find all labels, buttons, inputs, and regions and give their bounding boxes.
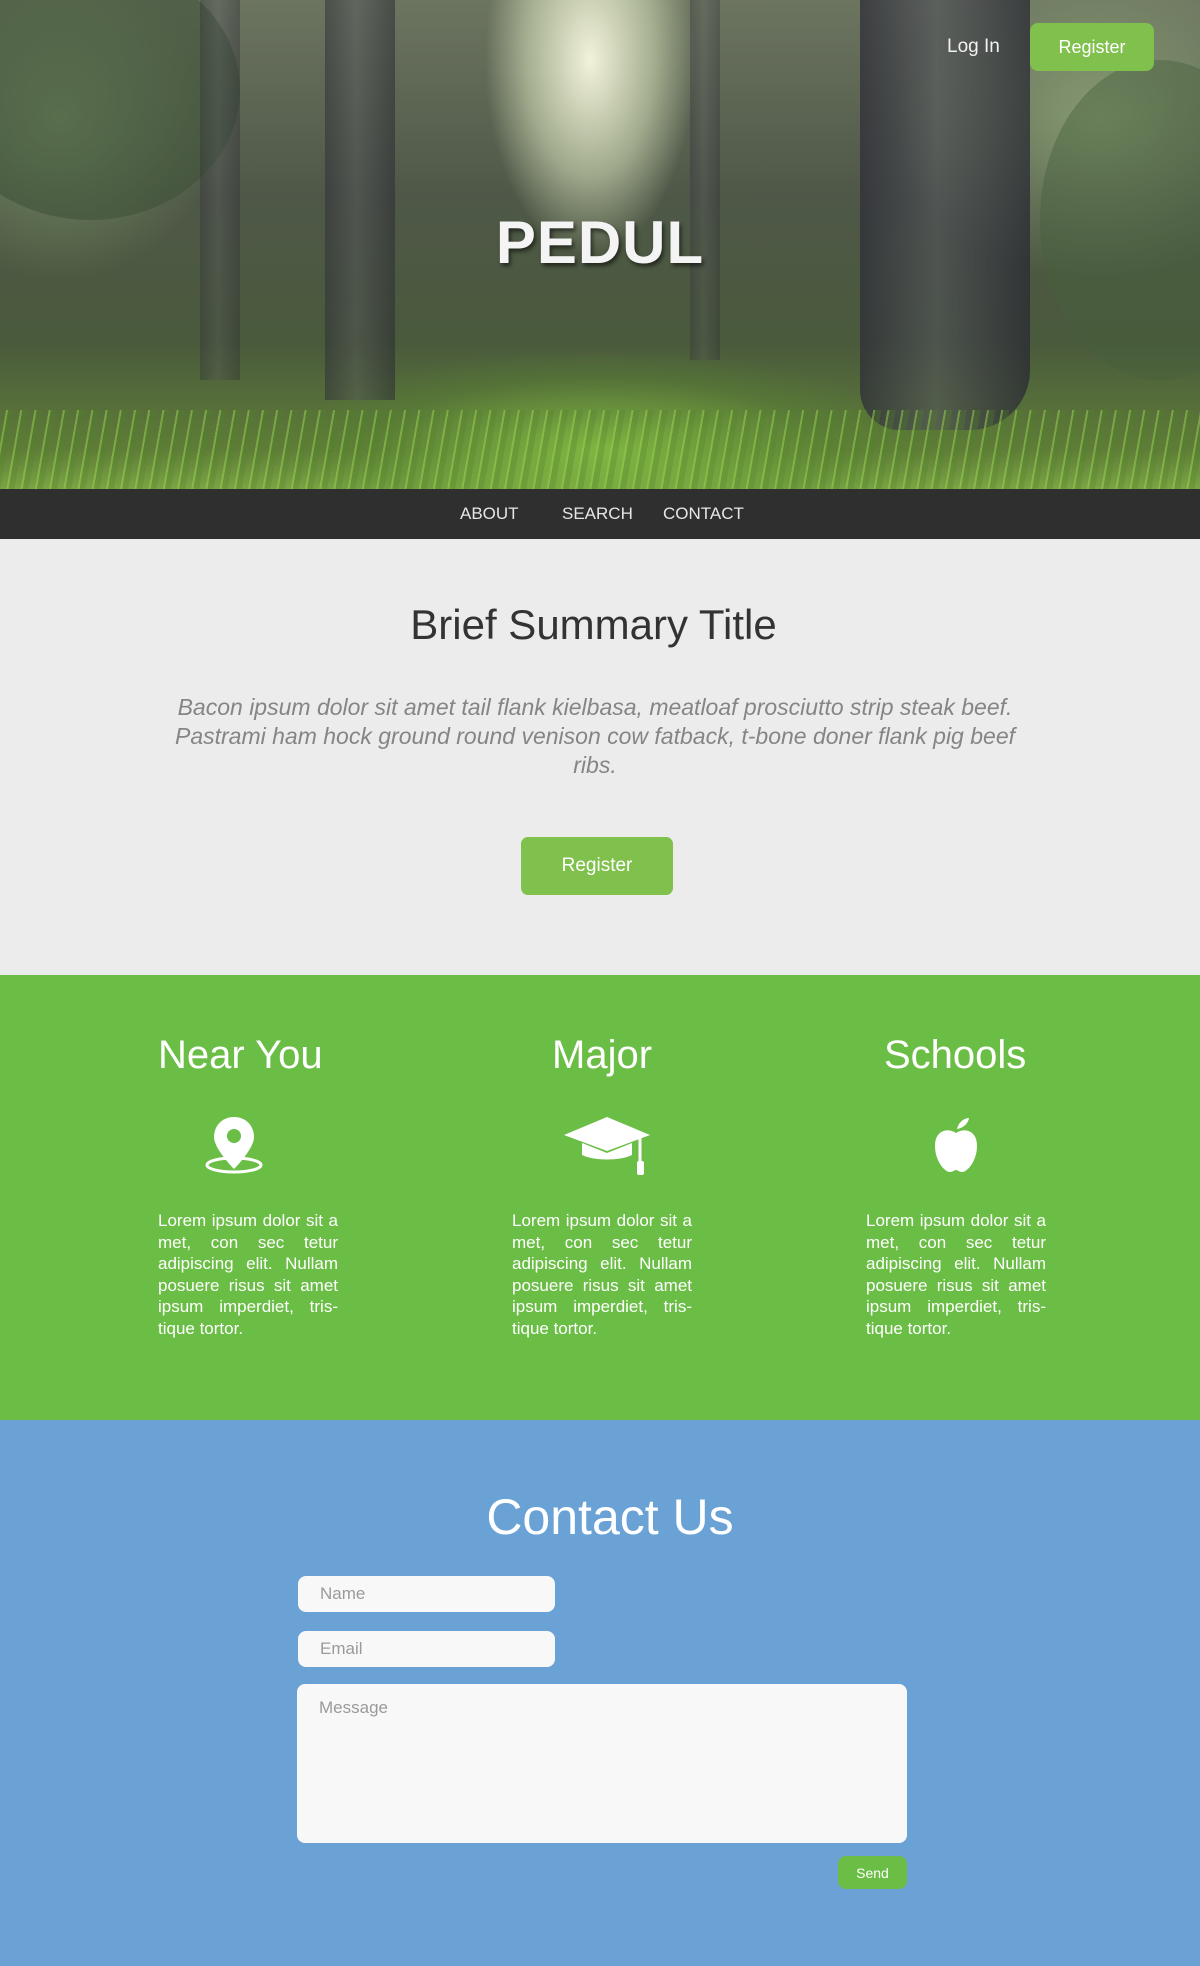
summary-register-button[interactable]: Register bbox=[521, 837, 673, 895]
feature-title: Major bbox=[552, 1033, 653, 1077]
feature-text: Lorem ipsum dolor sit a met, con sec tet… bbox=[158, 1211, 338, 1338]
hero-grass bbox=[0, 410, 1200, 489]
nav-item-contact[interactable]: CONTACT bbox=[663, 504, 744, 524]
apple-icon bbox=[931, 1115, 981, 1180]
login-link[interactable]: Log In bbox=[947, 36, 1000, 58]
hero-tree-trunk bbox=[325, 0, 395, 400]
site-title: PEDUL bbox=[495, 209, 705, 276]
hero-banner: PEDUL Log In Register bbox=[0, 0, 1200, 489]
nav-item-search[interactable]: SEARCH bbox=[562, 504, 633, 524]
summary-body: Bacon ipsum dolor sit amet tail flank ki… bbox=[175, 694, 1015, 778]
email-field[interactable] bbox=[298, 1631, 555, 1667]
summary-title: Brief Summary Title bbox=[410, 601, 777, 648]
name-field[interactable] bbox=[298, 1576, 555, 1612]
contact-title: Contact Us bbox=[486, 1489, 734, 1545]
feature-title: Schools bbox=[884, 1033, 1027, 1077]
header-register-button[interactable]: Register bbox=[1030, 23, 1154, 71]
message-field[interactable] bbox=[297, 1684, 907, 1843]
feature-text: Lorem ipsum dolor sit a met, con sec tet… bbox=[866, 1211, 1046, 1338]
summary-section: Brief Summary Title Bacon ipsum dolor si… bbox=[0, 539, 1200, 975]
contact-section: Contact Us Send bbox=[0, 1420, 1200, 1966]
main-nav: ABOUT SEARCH CONTACT bbox=[0, 489, 1200, 539]
nav-item-about[interactable]: ABOUT bbox=[460, 504, 519, 524]
features-section: Near You Lorem ipsum dolor sit a met, co… bbox=[0, 975, 1200, 1420]
send-button[interactable]: Send bbox=[838, 1856, 907, 1889]
feature-text: Lorem ipsum dolor sit a met, con sec tet… bbox=[512, 1211, 692, 1338]
graduation-cap-icon bbox=[562, 1115, 652, 1182]
hero-tree-trunk bbox=[690, 0, 720, 360]
feature-title: Near You bbox=[158, 1033, 323, 1077]
hero-tree-trunk bbox=[200, 0, 240, 380]
map-pin-icon bbox=[204, 1115, 264, 1180]
